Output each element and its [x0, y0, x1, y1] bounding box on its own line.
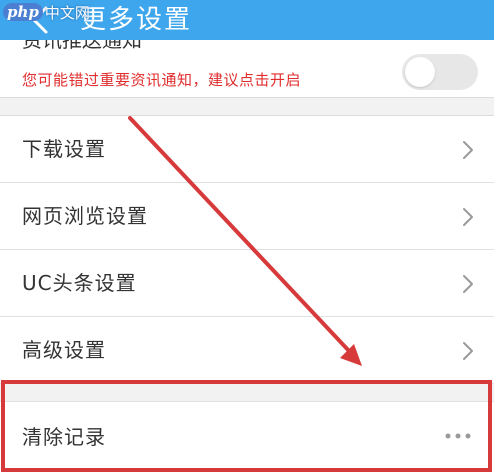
screen: 更多设置 php 中文网 资讯推送通知 您可能错过重要资讯通知，建议点击开启 下… — [0, 0, 494, 476]
chevron-right-icon — [463, 208, 473, 226]
watermark-logo: php — [3, 3, 43, 21]
push-notify-hint: 您可能错过重要资讯通知，建议点击开启 — [22, 71, 302, 89]
settings-item-uc-headlines[interactable]: UC头条设置 — [0, 250, 494, 317]
watermark-text: 中文网 — [44, 3, 90, 22]
watermark: php 中文网 — [3, 2, 90, 22]
settings-item-clear-history[interactable]: 清除记录 — [0, 402, 494, 474]
settings-item-label: UC头条设置 — [22, 271, 137, 295]
settings-item-label: 下载设置 — [22, 137, 106, 161]
settings-item-advanced[interactable]: 高级设置 — [0, 317, 494, 384]
settings-item-label: 高级设置 — [22, 338, 106, 362]
settings-item-download[interactable]: 下载设置 — [0, 116, 494, 183]
chevron-right-icon — [463, 342, 473, 360]
push-notify-title: 资讯推送通知 — [22, 40, 142, 52]
toggle-knob — [405, 57, 435, 87]
more-dots-icon[interactable] — [444, 432, 472, 440]
page-title: 更多设置 — [80, 5, 193, 35]
settings-list: 下载设置 网页浏览设置 UC头条设置 高级设置 清除记录 — [0, 115, 494, 476]
top-bar: 更多设置 php 中文网 — [0, 0, 494, 40]
push-notify-row[interactable]: 资讯推送通知 您可能错过重要资讯通知，建议点击开启 — [0, 40, 494, 98]
section-gap — [0, 384, 494, 402]
chevron-right-icon — [463, 275, 473, 293]
settings-item-browsing[interactable]: 网页浏览设置 — [0, 183, 494, 250]
chevron-right-icon — [463, 141, 473, 159]
settings-item-label: 网页浏览设置 — [22, 204, 148, 228]
settings-item-label: 清除记录 — [22, 425, 106, 449]
push-notify-toggle[interactable] — [402, 54, 478, 90]
